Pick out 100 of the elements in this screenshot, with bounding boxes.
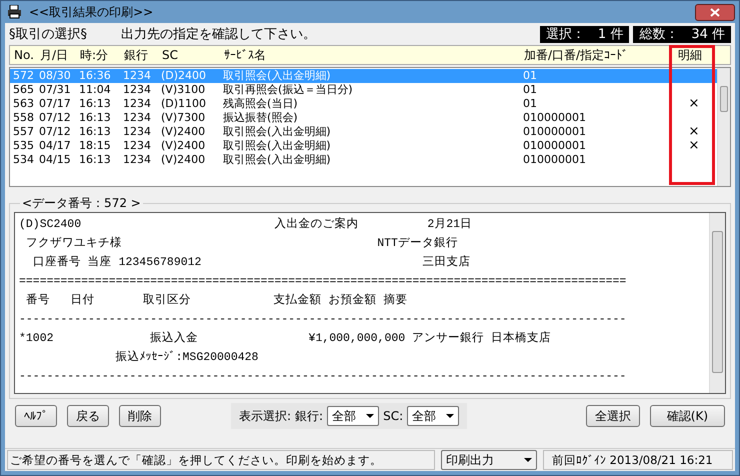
column-header: 明細 (677, 46, 703, 64)
row-cell-text: (D)2400 (161, 69, 208, 83)
action-button[interactable]: 戻る (67, 405, 109, 427)
scrollbar[interactable] (717, 68, 730, 186)
sc-label: SC: (383, 409, 404, 423)
row-cell-text: 010000001 (523, 125, 587, 139)
bank-label: 銀行: (295, 408, 324, 424)
output-dropdown[interactable]: 印刷出力 (441, 450, 537, 470)
row-cell-text: 565 (13, 83, 35, 97)
row-cell-text: 取引再照会(振込＝当日分) (223, 83, 354, 97)
row-cell-text: 1234 (123, 97, 152, 111)
caret-icon (366, 414, 374, 418)
document-line: ---------------------------------------------------------------------------------------- (19, 369, 628, 385)
last-login: 前回ﾛｸﾞｲﾝ 2013/08/21 16:21 (543, 450, 733, 470)
group-legend: <データ番号：572 > (20, 195, 143, 212)
row-cell-text: 535 (13, 139, 35, 153)
row-cell-text: 01 (523, 69, 538, 83)
row-cell-text: 1234 (123, 69, 152, 83)
row-cell-text: 010000001 (523, 153, 587, 167)
list-row[interactable]: 534 04/15 16:13 1234 (V)2400 取引照会(入出金明細) 010000001 (10, 153, 717, 167)
status-message: ご希望の番号を選んで「確認」を押してください。印刷を始めます。 (7, 450, 435, 470)
document-line: フクザワユキチ様 NTTデータ銀行 (24, 236, 459, 252)
row-cell-text: (D)1100 (161, 97, 208, 111)
row-cell-text: 563 (13, 97, 35, 111)
column-header: 時:分 (80, 46, 110, 64)
detail-mark: × (688, 97, 700, 111)
row-cell-text: 07/12 (39, 125, 72, 139)
action-button[interactable]: ﾍﾙﾌﾟ (15, 405, 57, 427)
row-cell-text: 572 (13, 69, 35, 83)
row-cell-text: 557 (13, 125, 35, 139)
column-header: 月/日 (40, 46, 70, 64)
section-title: §取引の選択§ (9, 26, 87, 43)
document-line: 番号 日付 取引区分 支払金額 お預金額 摘要 (24, 292, 409, 309)
row-cell-text: 16:13 (79, 153, 112, 167)
document-line: *1002 振込入金 ¥1,000,000,000 アンサー銀行 日本橋支店 (19, 330, 552, 347)
caret-icon (524, 458, 532, 462)
row-cell-text: 11:04 (79, 83, 112, 97)
row-cell-text: 振込振替(照会) (223, 111, 299, 125)
row-cell-text: 16:13 (79, 97, 112, 111)
row-cell-text: (V)2400 (161, 139, 206, 153)
instruction-text: 出力先の指定を確認して下さい。 (121, 26, 316, 43)
detail-mark: × (688, 139, 700, 153)
row-cell-text: 16:13 (79, 125, 112, 139)
filter-label: 表示選択: (239, 408, 292, 424)
row-cell-text: (V)2400 (161, 153, 206, 167)
row-cell-text: 取引照会(入出金明細) (223, 69, 332, 83)
caret-icon (446, 414, 454, 418)
row-cell-text: 04/15 (39, 153, 72, 167)
row-cell-text: 07/31 (39, 83, 72, 97)
window-title: <<取引結果の印刷>> (29, 4, 154, 20)
row-cell-text: 07/12 (39, 111, 72, 125)
row-cell-text: 16:13 (79, 111, 112, 125)
list-row[interactable]: 563 07/17 16:13 1234 (D)1100 残高照会(当日) 01 × (10, 97, 717, 111)
row-cell-text: 取引照会(入出金明細) (223, 153, 332, 167)
scrollbar[interactable] (709, 213, 725, 393)
row-cell-text: 558 (13, 111, 35, 125)
list-row[interactable]: 558 07/12 16:13 1234 (V)7300 振込振替(照会) 010000001 (10, 111, 717, 125)
document-line: ---------------------------------------------------------------------------------------- (19, 312, 628, 328)
list-row[interactable]: 557 07/12 16:13 1234 (V)2400 取引照会(入出金明細) 010000001 × (10, 125, 717, 139)
list-row[interactable]: 535 04/17 18:15 1234 (V)2400 取引照会(入出金明細) 010000001 × (10, 139, 717, 153)
document-line: 口座番号 当座 123456789012 三田支店 (32, 254, 472, 271)
column-header: ｻｰﾋﾞｽ名 (224, 46, 267, 64)
row-cell-text: 16:36 (79, 69, 112, 83)
action-button[interactable]: 削除 (119, 405, 161, 427)
column-header: 加番/口番/指定ｺｰﾄﾞ (524, 46, 630, 64)
row-cell-text: 534 (13, 153, 35, 167)
close-icon (710, 8, 720, 16)
row-cell-text: 1234 (123, 111, 152, 125)
list-row[interactable]: 565 07/31 11:04 1234 (V)3100 取引再照会(振込＝当日分) 01 (10, 83, 717, 97)
row-cell-text: 取引照会(入出金明細) (223, 125, 332, 139)
action-button[interactable]: 確認(K) (650, 405, 725, 427)
row-cell-text: 1234 (123, 153, 152, 167)
row-cell-text: 18:15 (79, 139, 112, 153)
selected-count: 選択： 1 件 (540, 26, 630, 42)
row-cell-text: 1234 (123, 83, 152, 97)
detail-mark: × (688, 125, 700, 139)
column-header: 銀行 (124, 46, 149, 64)
bank-dropdown[interactable]: 全部 (327, 406, 380, 426)
row-cell-text: 01 (523, 97, 538, 111)
document-line: ======================================================================================== (19, 274, 628, 290)
row-cell-text: 01 (523, 83, 538, 97)
row-cell-text: 08/30 (39, 69, 72, 83)
row-cell-text: (V)7300 (161, 111, 206, 125)
row-cell-text: 1234 (123, 139, 152, 153)
total-count: 総数： 34 件 (633, 26, 731, 42)
row-cell-text: 04/17 (39, 139, 72, 153)
document-line: (D)SC2400 入出金のご案内 2月21日 (19, 216, 474, 233)
sc-dropdown[interactable]: 全部 (407, 406, 460, 426)
column-header: SC (162, 48, 179, 62)
row-cell-text: 010000001 (523, 139, 587, 153)
row-cell-text: 010000001 (523, 111, 587, 125)
document-line: 振込ﾒｯｾｰｼﾞ:MSG20000428 (114, 350, 260, 366)
printer-icon (7, 5, 23, 19)
row-cell-text: (V)3100 (161, 83, 206, 97)
action-button[interactable]: 全選択 (586, 405, 640, 427)
row-cell-text: 取引照会(入出金明細) (223, 139, 332, 153)
column-header: No. (14, 48, 35, 62)
row-cell-text: 残高照会(当日) (223, 97, 299, 111)
row-cell-text: 1234 (123, 125, 152, 139)
close-button[interactable] (695, 4, 735, 20)
